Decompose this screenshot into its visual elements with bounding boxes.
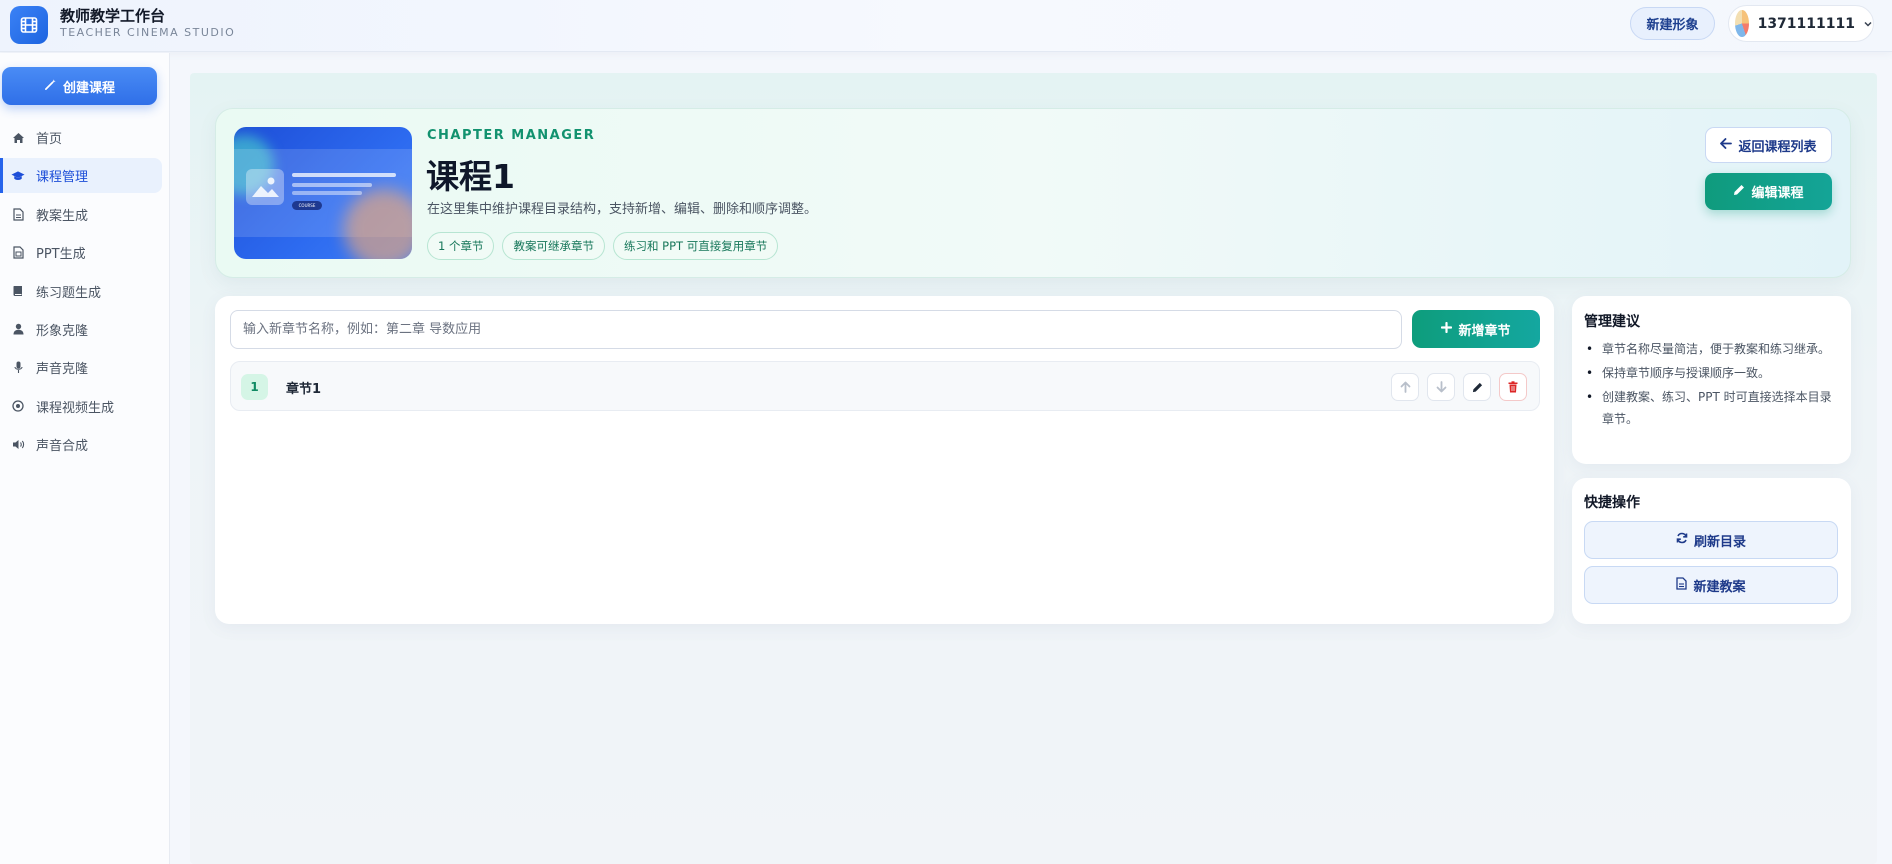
add-chapter-label: 新增章节 [1458,323,1511,339]
sidebar-nav: 首页 课程管理 教案生成 PPT生成 练习题生成 形象克隆 声音克隆 课程视频生… [0,120,170,466]
refresh-label: 刷新目录 [1693,534,1746,550]
book-icon [11,284,25,298]
delete-chapter-button[interactable] [1499,373,1527,401]
tag-lesson-plan-inherit: 教案可继承章节 [502,232,605,260]
new-avatar-button[interactable]: 新建形象 [1630,7,1715,40]
sidebar-item-voice-clone[interactable]: 声音克隆 [0,350,162,385]
tips-title: 管理建议 [1584,314,1640,330]
new-lesson-plan-label: 新建教案 [1693,579,1746,595]
section-eyebrow: CHAPTER MANAGER [427,128,596,143]
arrow-up-icon [1400,378,1411,397]
film-icon[interactable] [10,6,48,44]
sidebar-item-label: 声音克隆 [36,362,89,378]
tips-list: 章节名称尽量简洁，便于教案和练习继承。 保持章节顺序与授课顺序一致。 创建教案、… [1586,338,1840,432]
cover-chip: COURSE [292,201,322,210]
pencil-icon [1733,184,1745,200]
sidebar-item-course-video[interactable]: 课程视频生成 [0,389,162,424]
sidebar-item-avatar-clone[interactable]: 形象克隆 [0,312,162,347]
tag-chapter-count: 1 个章节 [427,232,495,260]
sidebar-item-course-management[interactable]: 课程管理 [0,158,162,194]
home-icon [11,131,25,145]
edit-course-button[interactable]: 编辑课程 [1705,173,1832,210]
pencil-icon [1472,378,1483,397]
sidebar-item-label: 教案生成 [36,208,89,224]
sidebar-item-label: 首页 [36,132,63,147]
list-item: 保持章节顺序与授课顺序一致。 [1586,362,1840,384]
list-item: 章节名称尽量简洁，便于教案和练习继承。 [1586,338,1840,360]
graduation-cap-icon [11,169,25,183]
chevron-down-icon [1863,14,1873,33]
sidebar-item-lesson-plan[interactable]: 教案生成 [0,197,162,232]
user-icon [11,322,25,336]
play-circle-icon [11,399,25,413]
new-chapter-input[interactable] [230,310,1402,349]
sidebar: 创建课程 首页 课程管理 教案生成 PPT生成 练习题生成 形象克隆 声音克隆 … [0,53,170,864]
page-description: 在这里集中维护课程目录结构，支持新增、编辑、删除和顺序调整。 [427,202,818,217]
sidebar-item-label: 练习题生成 [36,285,102,301]
tag-exercise-ppt-reuse: 练习和 PPT 可直接复用章节 [612,232,779,260]
edit-chapter-button[interactable] [1463,373,1491,401]
plus-icon [1441,321,1453,337]
avatar [1735,10,1749,37]
trash-icon [1508,378,1518,397]
sidebar-item-home[interactable]: 首页 [0,120,162,155]
edit-label: 编辑课程 [1751,186,1804,201]
user-menu[interactable]: 1371111111 [1728,5,1874,42]
create-course-label: 创建课程 [62,80,115,96]
quick-actions-title: 快捷操作 [1584,495,1640,511]
create-course-button[interactable]: 创建课程 [2,67,157,105]
user-name: 1371111111 [1757,15,1855,32]
app-subtitle: TEACHER CINEMA STUDIO [60,26,236,39]
refresh-icon [1676,532,1688,548]
course-cover-image: COURSE [234,127,412,259]
chapter-actions [1391,373,1527,401]
new-lesson-plan-button[interactable]: 新建教案 [1584,566,1838,604]
sidebar-item-label: 声音合成 [36,439,89,455]
back-label: 返回课程列表 [1738,139,1817,155]
arrow-left-icon [1720,137,1733,153]
sidebar-item-label: 课程视频生成 [36,400,115,416]
app-title: 教师教学工作台 [60,7,166,25]
chapter-index: 1 [241,374,268,400]
arrow-down-icon [1436,378,1447,397]
magic-wand-icon [44,78,57,95]
sidebar-item-label: 课程管理 [36,170,89,186]
add-chapter-button[interactable]: 新增章节 [1412,310,1540,348]
list-item: 创建教案、练习、PPT 时可直接选择本目录章节。 [1586,386,1840,430]
chapter-row[interactable]: 1 章节1 [230,361,1540,411]
microphone-icon [11,361,25,375]
move-up-button[interactable] [1391,373,1419,401]
back-to-course-list-button[interactable]: 返回课程列表 [1705,127,1832,163]
document-icon [1676,576,1688,594]
sidebar-item-label: PPT生成 [36,247,86,263]
sidebar-item-exercises[interactable]: 练习题生成 [0,274,162,309]
document-icon [11,207,25,221]
sidebar-item-ppt[interactable]: PPT生成 [0,235,162,270]
file-icon [11,246,25,260]
move-down-button[interactable] [1427,373,1455,401]
chapter-name: 章节1 [286,382,322,397]
refresh-directory-button[interactable]: 刷新目录 [1584,521,1838,559]
top-bar: 教师教学工作台 TEACHER CINEMA STUDIO 新建形象 13711… [0,0,1892,52]
image-icon [246,169,284,205]
page-title: 课程1 [426,157,515,196]
sidebar-item-label: 形象克隆 [36,323,89,339]
tag-list: 1 个章节 教案可继承章节 练习和 PPT 可直接复用章节 [427,232,779,260]
speaker-icon [11,438,25,452]
sidebar-item-voice-synthesis[interactable]: 声音合成 [0,427,162,462]
